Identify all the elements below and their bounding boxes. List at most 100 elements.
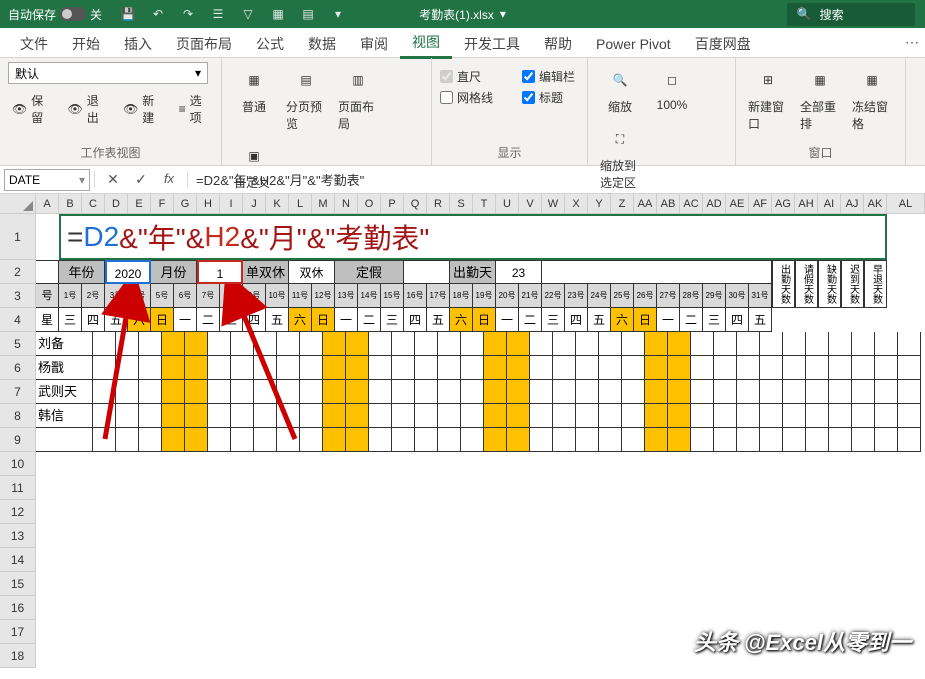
cell[interactable] bbox=[760, 332, 783, 356]
col-header-T[interactable]: T bbox=[473, 194, 496, 214]
col-header-Q[interactable]: Q bbox=[404, 194, 427, 214]
ruler-checkbox[interactable]: 直尺 bbox=[440, 68, 522, 85]
row-header-6[interactable]: 6 bbox=[0, 356, 36, 380]
col-header-AL[interactable]: AL bbox=[887, 194, 925, 214]
cell[interactable] bbox=[691, 428, 714, 452]
cell[interactable] bbox=[852, 380, 875, 404]
cell[interactable] bbox=[852, 404, 875, 428]
cell[interactable] bbox=[392, 332, 415, 356]
name-box[interactable]: DATE▾ bbox=[4, 169, 90, 191]
cell[interactable]: 二 bbox=[519, 308, 542, 332]
cell[interactable] bbox=[185, 428, 208, 452]
cell[interactable] bbox=[898, 332, 921, 356]
cell[interactable] bbox=[875, 380, 898, 404]
cell[interactable] bbox=[875, 428, 898, 452]
col-header-N[interactable]: N bbox=[335, 194, 358, 214]
cell[interactable]: 二 bbox=[358, 308, 381, 332]
cell[interactable] bbox=[576, 332, 599, 356]
cell[interactable] bbox=[542, 260, 772, 284]
cell[interactable]: 一 bbox=[657, 308, 680, 332]
col-header-L[interactable]: L bbox=[289, 194, 312, 214]
cell[interactable]: 25号 bbox=[611, 284, 634, 308]
cell[interactable] bbox=[668, 356, 691, 380]
cell[interactable] bbox=[714, 332, 737, 356]
cell[interactable]: 14号 bbox=[358, 284, 381, 308]
view-options-button[interactable]: ≡选项 bbox=[175, 90, 213, 128]
tab-view[interactable]: 视图 bbox=[400, 26, 452, 59]
cell[interactable]: 16号 bbox=[404, 284, 427, 308]
col-header-J[interactable]: J bbox=[243, 194, 266, 214]
row-header-5[interactable]: 5 bbox=[0, 332, 36, 356]
cell[interactable] bbox=[852, 428, 875, 452]
cell[interactable]: 二 bbox=[680, 308, 703, 332]
cell[interactable] bbox=[783, 332, 806, 356]
cell[interactable] bbox=[162, 380, 185, 404]
cell[interactable] bbox=[599, 428, 622, 452]
cell[interactable]: 23号 bbox=[565, 284, 588, 308]
cell[interactable] bbox=[599, 332, 622, 356]
cell[interactable] bbox=[576, 380, 599, 404]
newwindow-button[interactable]: ⊞新建窗口 bbox=[744, 62, 792, 134]
tab-pagelayout[interactable]: 页面布局 bbox=[164, 28, 244, 58]
new-view-button[interactable]: 👁新建 bbox=[119, 90, 165, 128]
cell[interactable]: 日 bbox=[634, 308, 657, 332]
cell[interactable] bbox=[829, 356, 852, 380]
col-header-AI[interactable]: AI bbox=[818, 194, 841, 214]
filename-dropdown-icon[interactable]: ▾ bbox=[500, 7, 506, 21]
cell[interactable] bbox=[599, 356, 622, 380]
cell[interactable] bbox=[507, 404, 530, 428]
row-header-1[interactable]: 1 bbox=[0, 214, 36, 260]
summary-header[interactable]: 出勤天数 bbox=[772, 260, 795, 308]
row-header-14[interactable]: 14 bbox=[0, 548, 36, 572]
cell[interactable] bbox=[553, 428, 576, 452]
summary-header[interactable]: 早退天数 bbox=[864, 260, 887, 308]
row-header-2[interactable]: 2 bbox=[0, 260, 36, 284]
col-header-P[interactable]: P bbox=[381, 194, 404, 214]
col-header-C[interactable]: C bbox=[82, 194, 105, 214]
cell[interactable] bbox=[852, 332, 875, 356]
tab-home[interactable]: 开始 bbox=[60, 28, 112, 58]
cell[interactable] bbox=[461, 332, 484, 356]
cell[interactable] bbox=[737, 404, 760, 428]
col-header-AG[interactable]: AG bbox=[772, 194, 795, 214]
summary-header[interactable]: 请假天数 bbox=[795, 260, 818, 308]
cell[interactable] bbox=[691, 380, 714, 404]
cell[interactable]: 17号 bbox=[427, 284, 450, 308]
cell[interactable] bbox=[484, 428, 507, 452]
cell[interactable]: 四 bbox=[726, 308, 749, 332]
col-header-AH[interactable]: AH bbox=[795, 194, 818, 214]
cell[interactable] bbox=[346, 380, 369, 404]
cell[interactable] bbox=[737, 428, 760, 452]
tab-baidu[interactable]: 百度网盘 bbox=[683, 28, 763, 58]
zoom100-button[interactable]: ◻100% bbox=[648, 62, 696, 114]
cell[interactable] bbox=[806, 332, 829, 356]
cell[interactable] bbox=[415, 428, 438, 452]
cell[interactable]: 30号 bbox=[726, 284, 749, 308]
cell[interactable]: 28号 bbox=[680, 284, 703, 308]
cell[interactable]: 三 bbox=[59, 308, 82, 332]
cell[interactable] bbox=[553, 380, 576, 404]
col-header-F[interactable]: F bbox=[151, 194, 174, 214]
pagebreak-view-button[interactable]: ▤分页预览 bbox=[282, 62, 330, 134]
cell[interactable] bbox=[346, 332, 369, 356]
cell[interactable] bbox=[783, 380, 806, 404]
cell[interactable] bbox=[714, 380, 737, 404]
cell[interactable] bbox=[668, 332, 691, 356]
cell[interactable]: 一 bbox=[174, 308, 197, 332]
cell[interactable]: 武则天 bbox=[36, 380, 93, 404]
cell[interactable] bbox=[323, 428, 346, 452]
cell[interactable] bbox=[668, 380, 691, 404]
cell[interactable]: 6号 bbox=[174, 284, 197, 308]
cell[interactable] bbox=[185, 404, 208, 428]
col-header-E[interactable]: E bbox=[128, 194, 151, 214]
cell[interactable] bbox=[415, 380, 438, 404]
cell[interactable]: 31号 bbox=[749, 284, 772, 308]
col-header-M[interactable]: M bbox=[312, 194, 335, 214]
cell[interactable] bbox=[783, 356, 806, 380]
col-header-G[interactable]: G bbox=[174, 194, 197, 214]
undo-icon[interactable]: ↶ bbox=[150, 6, 166, 22]
cell[interactable] bbox=[438, 404, 461, 428]
cell[interactable]: 月份 bbox=[151, 260, 197, 284]
cell[interactable] bbox=[760, 404, 783, 428]
freezepanes-button[interactable]: ▦冻结窗格 bbox=[848, 62, 896, 134]
